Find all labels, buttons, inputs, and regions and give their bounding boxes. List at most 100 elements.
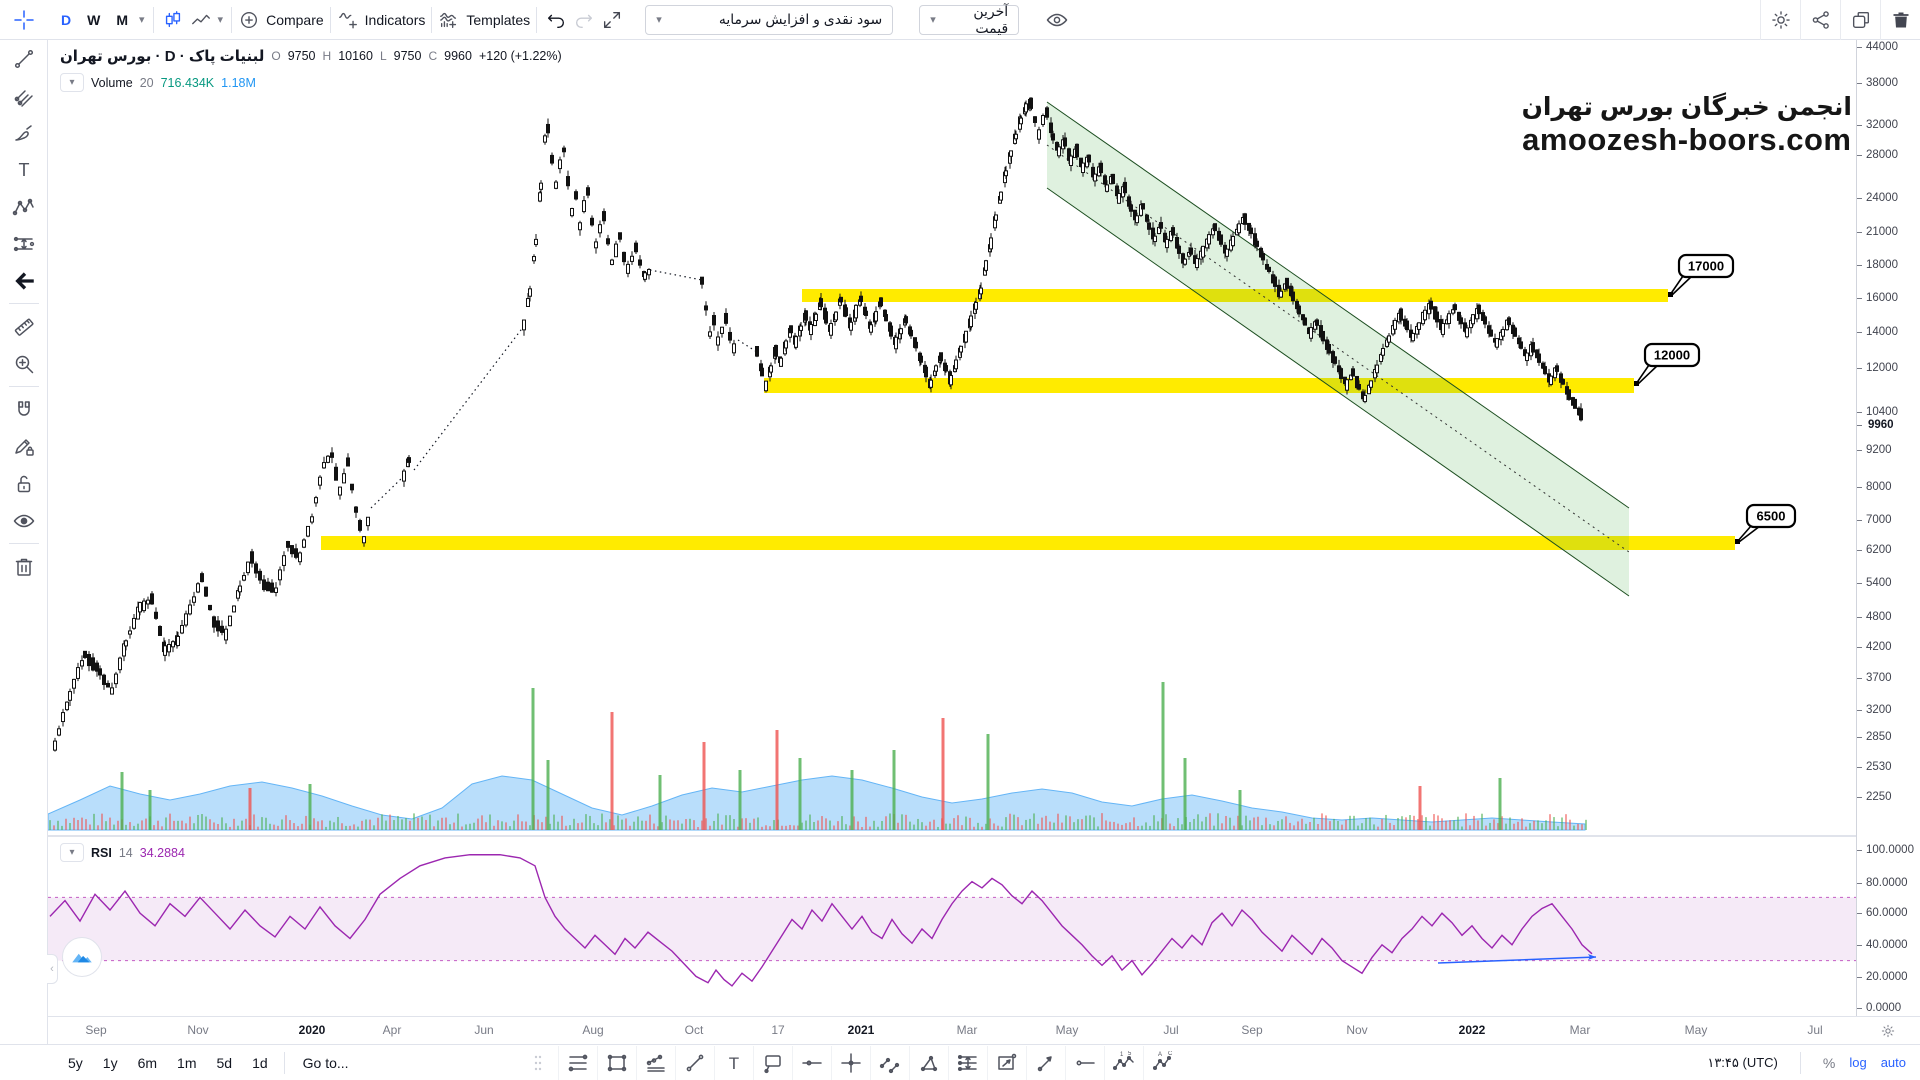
fav-horizontal-line-tool[interactable] — [792, 1046, 831, 1080]
fav-text-tool[interactable]: T — [714, 1046, 753, 1080]
fav-elliott-correction-tool[interactable]: AC — [1143, 1046, 1182, 1080]
interval-m-button[interactable]: M — [111, 9, 133, 31]
time-label-Nov: Nov — [1346, 1023, 1367, 1037]
fav-arrow-marker-tool[interactable] — [1026, 1046, 1065, 1080]
range-5d-button[interactable]: 5d — [209, 1051, 241, 1075]
time-label-Mar: Mar — [1570, 1023, 1591, 1037]
drag-handle[interactable] — [519, 1046, 558, 1080]
elliott-impulse-icon: 15 — [1112, 1051, 1136, 1075]
fav-fib-retracement-tool[interactable] — [558, 1046, 597, 1080]
time-label-17: 17 — [771, 1023, 784, 1037]
compare-button[interactable]: Compare — [232, 0, 330, 40]
fav-disjoint-channel-tool[interactable] — [870, 1046, 909, 1080]
chart-canvas[interactable]: 17000 12000 6500 — [48, 40, 1856, 1016]
goto-button[interactable]: Go to... — [293, 1051, 359, 1075]
rsi-legend[interactable]: ▾ RSI 14 34.2884 — [60, 843, 185, 862]
volume-legend-chevron[interactable]: ▾ — [60, 73, 84, 92]
line-chart-icon[interactable] — [190, 9, 212, 31]
price-tick-24000: 24000 — [1857, 191, 1898, 205]
percent-scale-button[interactable]: % — [1823, 1055, 1835, 1071]
text-tool[interactable]: T — [0, 151, 48, 188]
fav-projection-tool[interactable] — [948, 1046, 987, 1080]
fav-callout-tool[interactable] — [753, 1046, 792, 1080]
templates-button[interactable]: Templates — [432, 0, 536, 40]
redo-icon[interactable] — [573, 9, 595, 31]
chart-type-chevron-icon[interactable]: ▾ — [218, 13, 224, 26]
fav-rectangle-tool[interactable] — [597, 1046, 636, 1080]
rsi-tick-20.0000: 20.0000 — [1857, 970, 1908, 984]
cross-line-icon — [839, 1051, 863, 1075]
visibility-button[interactable] — [1037, 0, 1077, 40]
indicators-icon — [337, 9, 359, 31]
range-1y-button[interactable]: 1y — [95, 1051, 126, 1075]
hide-all-drawings[interactable] — [0, 502, 48, 539]
indicators-button[interactable]: Indicators — [331, 0, 432, 40]
lock-all-drawings[interactable] — [0, 465, 48, 502]
back-button[interactable] — [0, 262, 48, 299]
time-label-Mar: Mar — [957, 1023, 978, 1037]
log-scale-button[interactable]: log — [1849, 1055, 1866, 1070]
fullscreen-icon[interactable] — [601, 9, 623, 31]
level-band-6500[interactable] — [321, 536, 1735, 550]
crosshair-tool-button[interactable] — [0, 0, 48, 40]
zoom-in-tool[interactable] — [0, 345, 48, 382]
chevron-down-icon: ▾ — [656, 13, 662, 26]
layouts-button[interactable] — [1840, 0, 1880, 40]
range-5y-button[interactable]: 5y — [60, 1051, 91, 1075]
time-axis-settings[interactable] — [1856, 1016, 1920, 1044]
symbol-title[interactable]: لبنیات پاک · D · بورس تهران — [60, 47, 264, 65]
high-letter: H — [323, 49, 332, 63]
undo-icon[interactable] — [545, 9, 567, 31]
bottom-toolbar: 5y1y6m1m5d1d Go to... — [0, 1044, 1920, 1080]
level-callout-6500[interactable]: 6500 — [1735, 505, 1795, 544]
adjustments-dropdown[interactable]: ▾ سود نقدی و افزایش سرمایه — [645, 5, 893, 35]
svg-text:5: 5 — [1128, 1051, 1132, 1057]
remove-drawings[interactable] — [0, 548, 48, 585]
range-1d-button[interactable]: 1d — [244, 1051, 276, 1075]
svg-text:1: 1 — [1120, 1052, 1124, 1058]
fav-triangle-tool[interactable] — [909, 1046, 948, 1080]
brush-tool[interactable] — [0, 114, 48, 151]
fav-date-price-range-tool[interactable] — [987, 1046, 1026, 1080]
share-button[interactable] — [1800, 0, 1840, 40]
time-axis[interactable]: SepNov2020AprJunAugOct172021MarMayJulSep… — [48, 1016, 1856, 1044]
range-1m-button[interactable]: 1m — [169, 1051, 204, 1075]
measure-tool[interactable] — [0, 308, 48, 345]
interval-d-button[interactable]: D — [56, 9, 76, 31]
volume-legend[interactable]: ▾ Volume 20 716.434K 1.18M — [60, 73, 256, 92]
trash-filled-icon — [1891, 10, 1911, 30]
watermark-line1: انجمن خبرگان بورس تهران — [1522, 92, 1852, 122]
price-mode-dropdown[interactable]: ▾ آخرین قیمت — [919, 5, 1019, 35]
volume-ma-value: 716.434K — [161, 76, 215, 90]
time-label-Sep: Sep — [85, 1023, 106, 1037]
price-axis[interactable]: 4400038000320002800024000210001800016000… — [1856, 40, 1920, 1016]
fav-cross-line-tool[interactable] — [831, 1046, 870, 1080]
fav-parallel-channel-tool[interactable] — [636, 1046, 675, 1080]
time-label-Aug: Aug — [582, 1023, 603, 1037]
magnet-mode[interactable] — [0, 391, 48, 428]
level-callout-17000[interactable]: 17000 — [1668, 255, 1733, 297]
range-box-icon — [995, 1051, 1019, 1075]
settings-button[interactable] — [1760, 0, 1800, 40]
clock[interactable]: ۱۳:۴۵ (UTC) — [1707, 1055, 1778, 1071]
prediction-tool[interactable] — [0, 225, 48, 262]
pattern-tool[interactable] — [0, 188, 48, 225]
toolbar-collapse-handle[interactable]: ‹ — [47, 954, 58, 984]
trend-line-tool[interactable] — [0, 40, 48, 77]
interval-chevron-icon[interactable]: ▾ — [139, 13, 145, 26]
remove-all-button[interactable] — [1880, 0, 1920, 40]
broker-logo-button[interactable] — [62, 937, 102, 977]
rsi-legend-chevron[interactable]: ▾ — [60, 843, 84, 862]
fav-horizontal-ray-tool[interactable] — [1065, 1046, 1104, 1080]
candlestick-chart-icon[interactable] — [162, 9, 184, 31]
range-6m-button[interactable]: 6m — [130, 1051, 165, 1075]
fav-elliott-impulse-tool[interactable]: 15 — [1104, 1046, 1143, 1080]
interval-w-button[interactable]: W — [82, 9, 105, 31]
auto-scale-button[interactable]: auto — [1881, 1055, 1906, 1070]
drawing-mode[interactable] — [0, 428, 48, 465]
pitchfork-tool[interactable] — [0, 77, 48, 114]
fav-trend-line-tool[interactable] — [675, 1046, 714, 1080]
level-band-12000[interactable] — [764, 378, 1634, 393]
level-callout-12000[interactable]: 12000 — [1634, 344, 1699, 386]
symbol-legend[interactable]: لبنیات پاک · D · بورس تهران O 9750 H 101… — [60, 47, 562, 65]
